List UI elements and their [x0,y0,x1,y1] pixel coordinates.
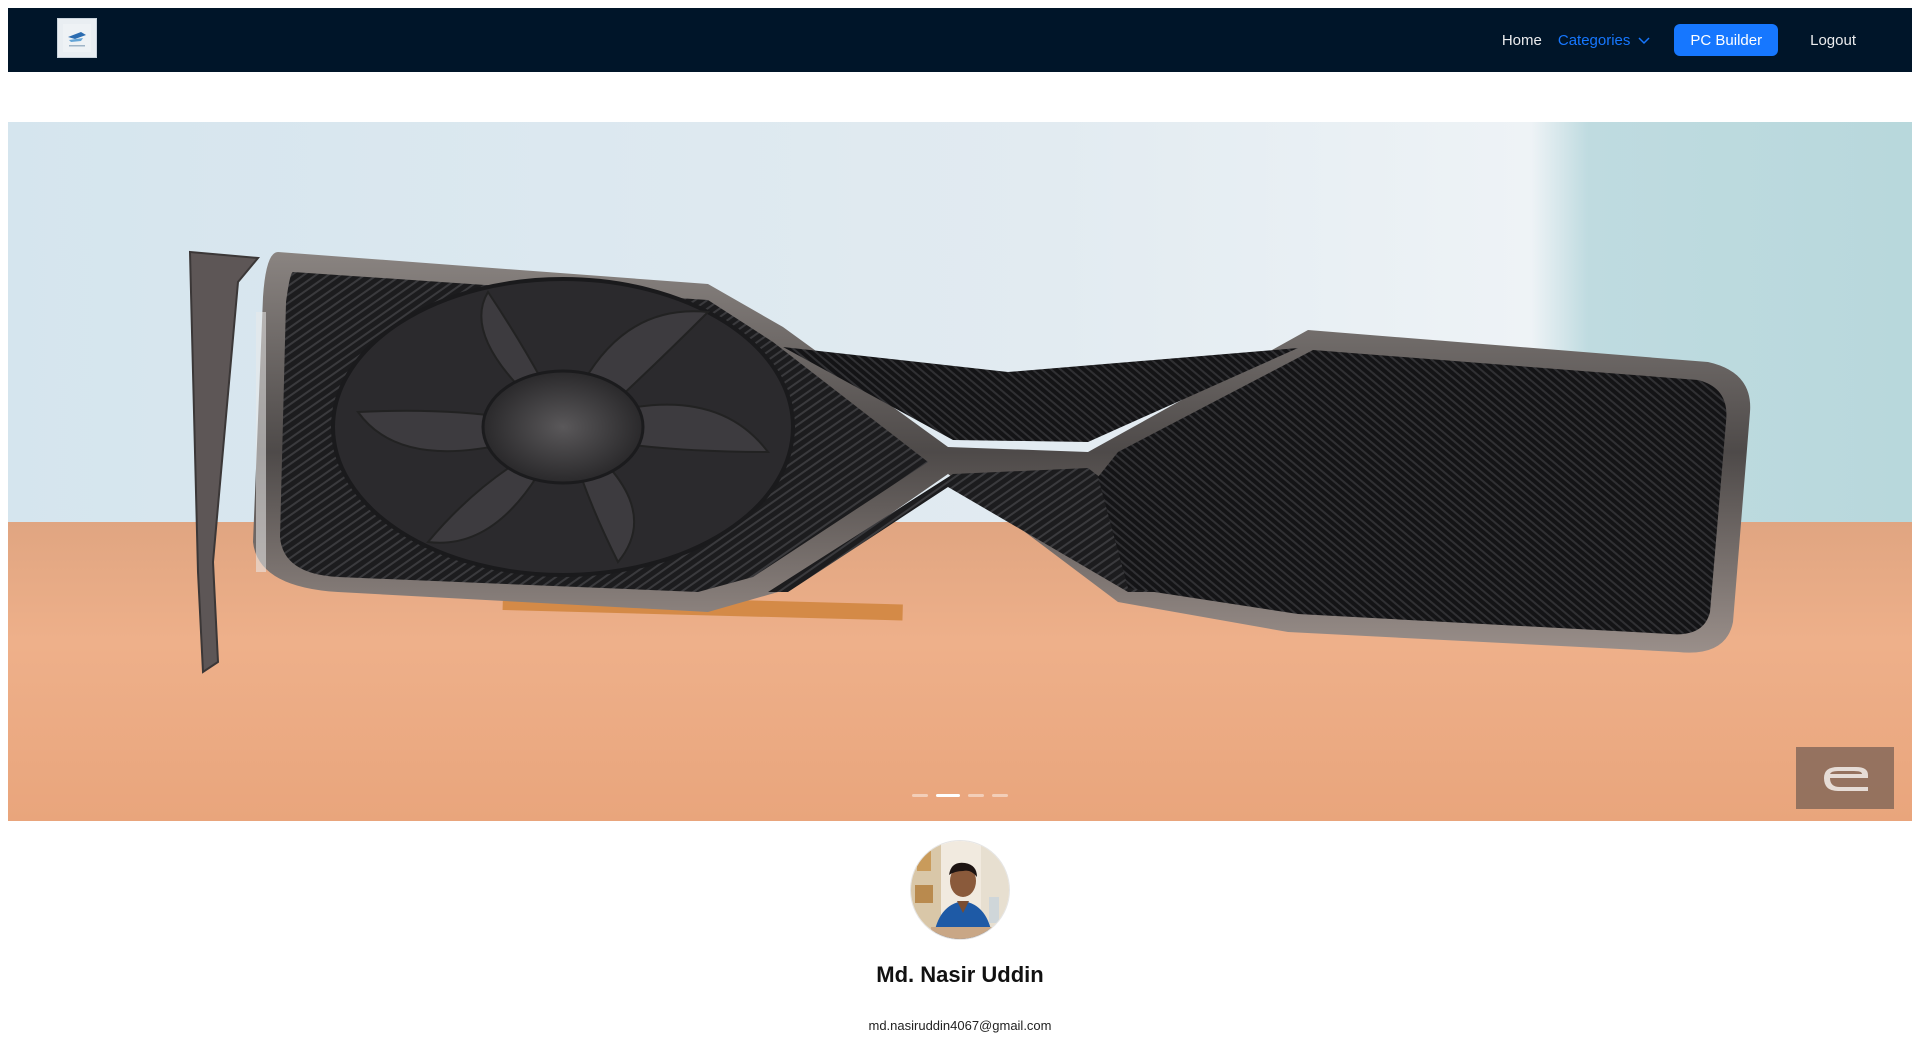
profile-email: md.nasiruddin4067@gmail.com [868,1018,1052,1033]
nav-menu: Home Categories PC Builder Logout [1502,8,1856,72]
carousel-dot[interactable] [968,794,984,797]
site-logo[interactable] [57,18,97,58]
nav-categories-dropdown[interactable]: Categories [1558,32,1651,49]
carousel-dots [8,794,1912,797]
navbar: Home Categories PC Builder Logout [8,8,1912,72]
carousel-dot[interactable] [992,794,1008,797]
carousel-dot[interactable] [912,794,928,797]
carousel-dot-active[interactable] [936,794,960,797]
hero-carousel[interactable] [8,122,1912,821]
nav-categories-label: Categories [1557,31,1631,49]
logout-link[interactable]: Logout [1810,32,1856,49]
engadget-e-icon [1796,747,1894,809]
page: Home Categories PC Builder Logout Md. Na… [0,0,1920,1040]
pc-builder-button[interactable]: PC Builder [1674,24,1779,56]
nav-home-link[interactable]: Home [1502,32,1542,49]
chevron-down-icon [1638,32,1650,49]
logo-icon [63,24,91,52]
gpu-image [188,250,1751,674]
profile-name: Md. Nasir Uddin [876,962,1044,987]
avatar [910,840,1010,940]
user-profile: Md. Nasir Uddin md.nasiruddin4067@gmail.… [0,840,1920,1033]
